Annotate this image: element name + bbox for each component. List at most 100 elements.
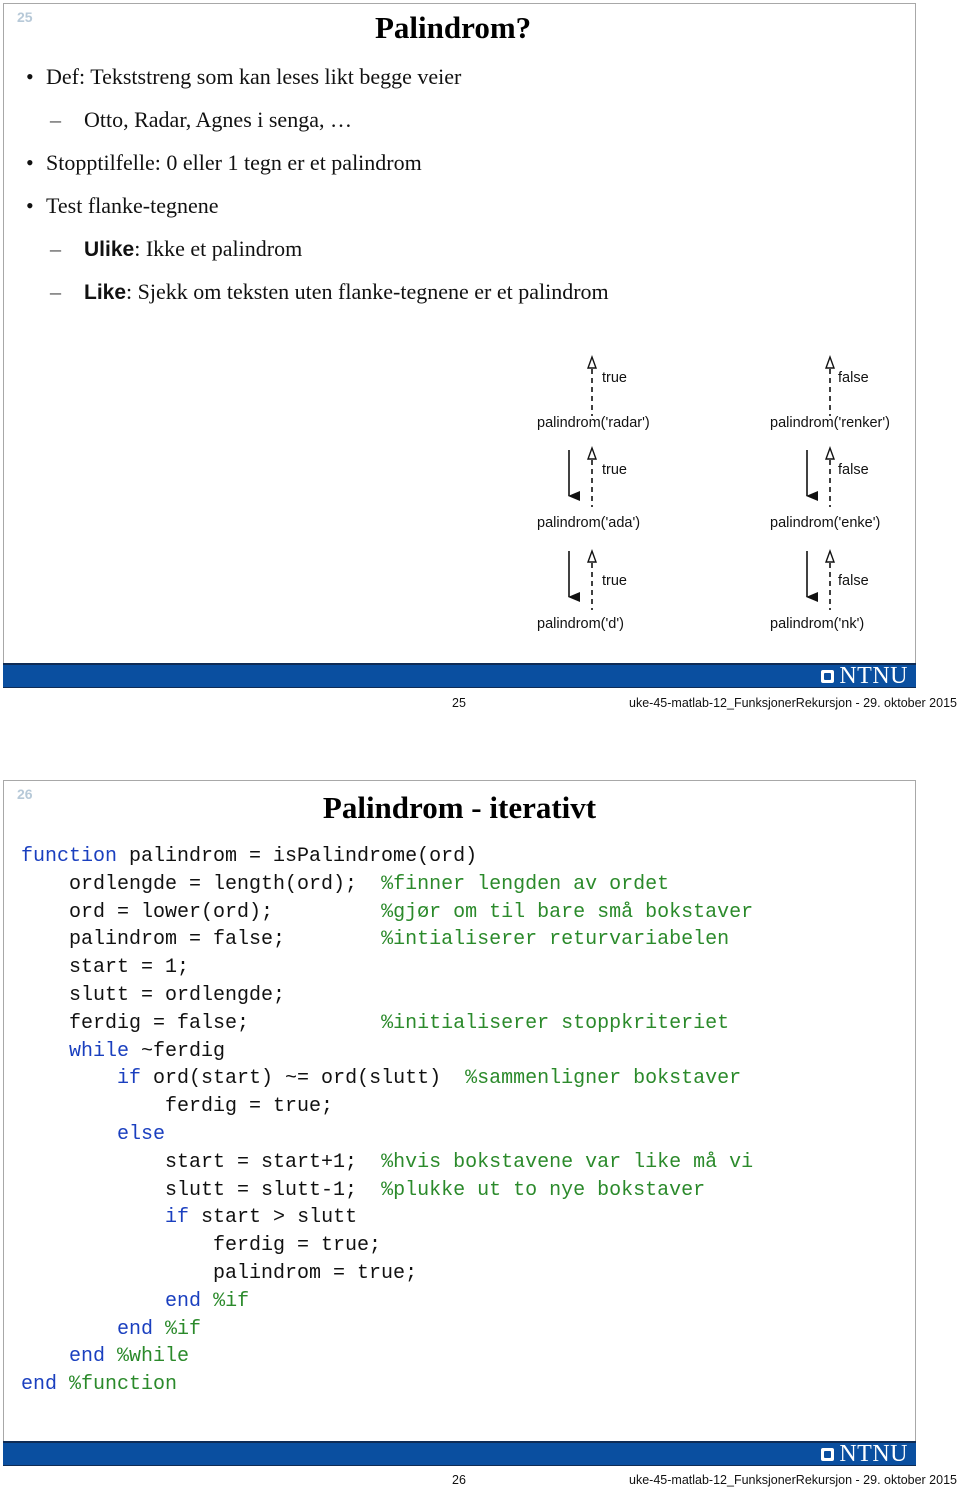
code-block: function palindrom = isPalindrome(ord) o… — [21, 843, 753, 1399]
code-keyword: end — [21, 1373, 58, 1397]
code-line: ferdig = true; — [21, 1232, 753, 1260]
logo-text: NTNU — [839, 1441, 908, 1467]
document-name: uke-45-matlab-12_FunksjonerRekursjon - 2… — [629, 1473, 957, 1487]
code-text: ord(start) ~= ord(slutt) — [141, 1067, 466, 1091]
code-text: ferdig = false; — [21, 1011, 382, 1035]
code-line: start = start+1; %hvis bokstavene var li… — [21, 1149, 753, 1177]
code-line: ordlengde = length(ord); %finner lengden… — [21, 871, 753, 899]
ntnu-logo: NTNU — [821, 1441, 908, 1467]
hollow-arrowhead-icon — [825, 548, 835, 563]
call-label: palindrom('d') — [537, 616, 624, 632]
code-comment: %if — [165, 1317, 202, 1341]
return-value-label: true — [602, 462, 627, 478]
logo-text: NTNU — [839, 663, 908, 689]
code-text: start = 1; — [21, 956, 190, 980]
code-line: end %while — [21, 1343, 753, 1371]
code-keyword: while — [69, 1039, 130, 1063]
slide-footer: 25 uke-45-matlab-12_FunksjonerRekursjon … — [0, 696, 960, 712]
call-label: palindrom('nk') — [770, 616, 865, 632]
code-line: function palindrom = isPalindrome(ord) — [21, 843, 753, 871]
page-number: 25 — [452, 696, 466, 710]
code-line: if start > slutt — [21, 1204, 753, 1232]
code-comment: %hvis bokstavene var like må vi — [381, 1150, 754, 1174]
code-text: ferdig = true; — [21, 1234, 382, 1258]
call-label: palindrom('radar') — [537, 415, 650, 431]
code-text: palindrom = true; — [21, 1261, 418, 1285]
code-line: while ~ferdig — [21, 1038, 753, 1066]
hollow-arrowhead-icon — [587, 548, 597, 563]
footer-bar: NTNU — [3, 1441, 916, 1467]
return-value-label: false — [838, 573, 869, 589]
code-text: ord = lower(ord); — [21, 900, 382, 924]
return-value-label: false — [838, 370, 869, 386]
call-label: palindrom('ada') — [537, 515, 641, 531]
ntnu-logo: NTNU — [821, 663, 908, 689]
ntnu-logo-icon — [821, 1448, 835, 1461]
code-line: ferdig = true; — [21, 1093, 753, 1121]
code-text: start > slutt — [189, 1206, 358, 1230]
code-keyword: else — [117, 1122, 166, 1146]
code-text: palindrom = isPalindrome(ord) — [117, 845, 478, 868]
code-line: else — [21, 1121, 753, 1149]
code-comment: %finner lengden av ordet — [381, 872, 670, 896]
code-line: end %if — [21, 1288, 753, 1316]
code-line: if ord(start) ~= ord(slutt) %sammenligne… — [21, 1065, 753, 1093]
code-keyword: end — [69, 1345, 106, 1369]
code-comment: %if — [213, 1289, 250, 1313]
return-value-label: true — [602, 573, 627, 589]
code-line: ferdig = false; %initialiserer stoppkrit… — [21, 1010, 753, 1038]
code-comment: %while — [117, 1345, 190, 1369]
footer-bar: NTNU — [3, 663, 916, 689]
code-keyword: end — [117, 1317, 154, 1341]
code-comment: %plukke ut to nye bokstaver — [381, 1178, 706, 1202]
code-keyword: function — [21, 845, 118, 868]
call-label: palindrom('enke') — [770, 515, 881, 531]
return-value-label: true — [602, 370, 627, 386]
recursion-diagram: true palindrom('radar') true palindrom('… — [4, 4, 917, 664]
code-line: ord = lower(ord); %gjør om til bare små … — [21, 899, 753, 927]
hollow-arrowhead-icon — [587, 354, 597, 369]
ntnu-logo-icon — [821, 670, 835, 683]
code-line: end %function — [21, 1371, 753, 1399]
code-comment: %intialiserer returvariabelen — [381, 928, 730, 952]
code-keyword: end — [165, 1289, 202, 1313]
slide-footer: 26 uke-45-matlab-12_FunksjonerRekursjon … — [0, 1473, 960, 1489]
hollow-arrowhead-icon — [825, 445, 835, 460]
code-text: ~ferdig — [129, 1039, 226, 1063]
code-line: start = 1; — [21, 954, 753, 982]
diagram-arrows — [568, 354, 835, 610]
return-value-label: false — [838, 462, 869, 478]
code-comment: %sammenligner bokstaver — [465, 1067, 742, 1091]
code-line: slutt = slutt-1; %plukke ut to nye bokst… — [21, 1177, 753, 1205]
code-comment: %function — [69, 1373, 178, 1397]
code-text: slutt = ordlengde; — [21, 983, 286, 1007]
slide-25: 25 Palindrom? • Def: Tekststreng som kan … — [3, 3, 916, 663]
code-text: slutt = slutt-1; — [21, 1178, 382, 1202]
code-keyword: if — [165, 1206, 190, 1230]
code-line: palindrom = false; %intialiserer returva… — [21, 926, 753, 954]
code-text: ferdig = true; — [21, 1095, 334, 1119]
code-keyword: if — [117, 1067, 142, 1091]
code-comment: %gjør om til bare små bokstaver — [381, 900, 754, 924]
code-line: palindrom = true; — [21, 1260, 753, 1288]
code-comment: %initialiserer stoppkriteriet — [381, 1011, 730, 1035]
code-text: start = start+1; — [21, 1150, 382, 1174]
slide-26: 26 Palindrom - iterativt function palind… — [3, 780, 916, 1441]
slide-title: Palindrom - iterativt — [322, 790, 597, 825]
code-line: slutt = ordlengde; — [21, 982, 753, 1010]
page-number: 26 — [452, 1473, 466, 1487]
hollow-arrowhead-icon — [825, 354, 835, 369]
hollow-arrowhead-icon — [587, 445, 597, 460]
call-label: palindrom('renker') — [770, 415, 890, 431]
document-name: uke-45-matlab-12_FunksjonerRekursjon - 2… — [629, 696, 957, 710]
